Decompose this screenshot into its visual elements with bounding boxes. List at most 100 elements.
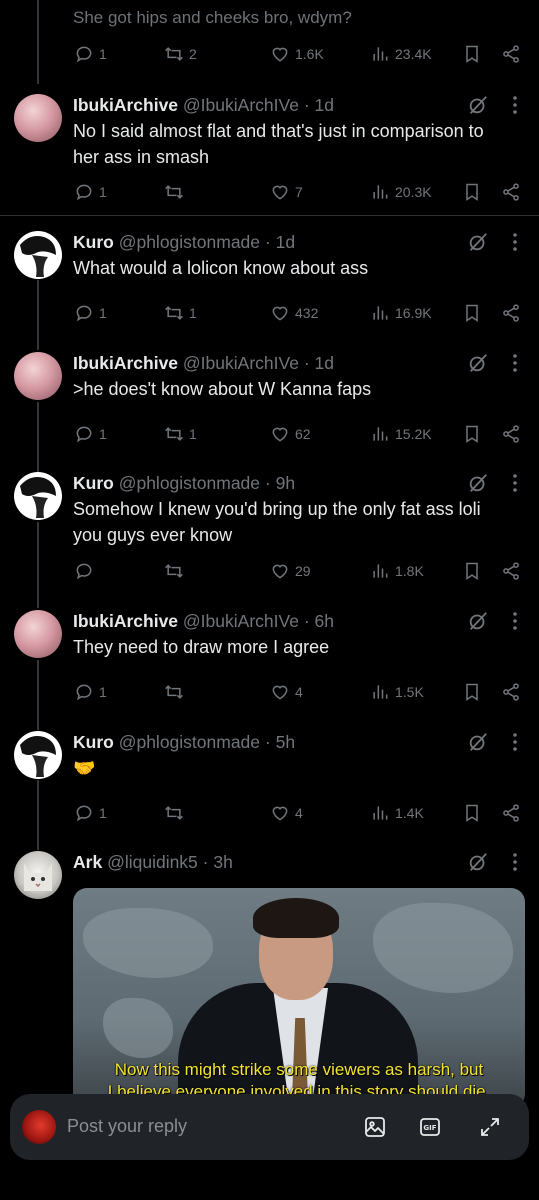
- share-button[interactable]: [501, 180, 521, 204]
- tweet-actions: 1 1 62 15.2K: [0, 422, 539, 446]
- timestamp[interactable]: 1d: [315, 95, 334, 115]
- views-button[interactable]: 1.5K: [370, 680, 424, 704]
- bookmark-button[interactable]: [462, 559, 482, 583]
- bookmark-button[interactable]: [462, 801, 482, 825]
- like-button[interactable]: 7: [270, 180, 303, 204]
- views-button[interactable]: 16.9K: [370, 301, 432, 325]
- like-button[interactable]: 29: [270, 559, 311, 583]
- reply-input[interactable]: Post your reply: [67, 1116, 187, 1137]
- grok-icon[interactable]: [467, 610, 489, 632]
- like-button[interactable]: 4: [270, 801, 303, 825]
- grok-icon[interactable]: [467, 731, 489, 753]
- share-button[interactable]: [501, 42, 521, 66]
- bookmark-button[interactable]: [462, 680, 482, 704]
- more-icon[interactable]: [511, 610, 519, 632]
- bookmark-button[interactable]: [462, 42, 482, 66]
- handle[interactable]: @IbukiArchIVe: [183, 95, 299, 115]
- grok-icon[interactable]: [467, 352, 489, 374]
- views-button[interactable]: 23.4K: [370, 42, 432, 66]
- handle[interactable]: @phlogistonmade: [119, 232, 260, 252]
- more-icon[interactable]: [511, 472, 519, 494]
- share-button[interactable]: [501, 559, 521, 583]
- bookmark-button[interactable]: [462, 180, 482, 204]
- avatar[interactable]: [14, 231, 62, 279]
- avatar[interactable]: [14, 94, 62, 142]
- share-button[interactable]: [501, 801, 521, 825]
- display-name[interactable]: IbukiArchive: [73, 611, 178, 631]
- expand-icon[interactable]: [478, 1115, 502, 1139]
- tweet-media-image[interactable]: Now this might strike some viewers as ha…: [73, 888, 525, 1108]
- like-icon: [272, 806, 288, 821]
- more-icon[interactable]: [511, 851, 519, 873]
- views-button[interactable]: 20.3K: [370, 180, 432, 204]
- reply-button[interactable]: [74, 559, 99, 583]
- views-button[interactable]: 1.8K: [370, 559, 424, 583]
- tweet-actions: 1 4 1.4K: [0, 801, 539, 825]
- repost-button[interactable]: 1: [164, 422, 197, 446]
- reply-button[interactable]: 1: [74, 180, 107, 204]
- tweet-text: >he does't know about W Kanna faps: [73, 379, 372, 399]
- timestamp[interactable]: 5h: [276, 732, 295, 752]
- avatar[interactable]: [14, 472, 62, 520]
- grok-icon[interactable]: [467, 851, 489, 873]
- tweet-header: IbukiArchive @IbukiArchIVe · 6h: [73, 611, 334, 631]
- like-button[interactable]: 62: [270, 422, 311, 446]
- grok-icon[interactable]: [467, 472, 489, 494]
- repost-button[interactable]: [164, 801, 189, 825]
- like-button[interactable]: 1.6K: [270, 42, 324, 66]
- avatar[interactable]: [14, 851, 62, 899]
- display-name[interactable]: IbukiArchive: [73, 95, 178, 115]
- display-name[interactable]: Kuro: [73, 732, 114, 752]
- more-icon[interactable]: [511, 352, 519, 374]
- display-name[interactable]: Kuro: [73, 473, 114, 493]
- handle[interactable]: @phlogistonmade: [119, 732, 260, 752]
- bookmark-button[interactable]: [462, 422, 482, 446]
- gif-icon[interactable]: GIF: [418, 1115, 442, 1139]
- share-button[interactable]: [501, 301, 521, 325]
- more-icon[interactable]: [511, 94, 519, 116]
- reply-composer[interactable]: Post your reply GIF: [10, 1094, 529, 1160]
- reply-button[interactable]: 1: [74, 680, 107, 704]
- image-icon[interactable]: [363, 1115, 387, 1139]
- more-icon[interactable]: [511, 231, 519, 253]
- handle[interactable]: @IbukiArchIVe: [183, 611, 299, 631]
- reply-button[interactable]: 1: [74, 801, 107, 825]
- repost-button[interactable]: [164, 559, 189, 583]
- bookmark-icon: [466, 804, 478, 822]
- avatar[interactable]: [14, 731, 62, 779]
- reply-icon: [76, 426, 92, 443]
- reply-button[interactable]: 1: [74, 422, 107, 446]
- views-button[interactable]: 15.2K: [370, 422, 432, 446]
- like-button[interactable]: 432: [270, 301, 318, 325]
- views-button[interactable]: 1.4K: [370, 801, 424, 825]
- timestamp[interactable]: 6h: [315, 611, 334, 631]
- timestamp[interactable]: 1d: [315, 353, 334, 373]
- reply-icon: [76, 46, 92, 63]
- display-name[interactable]: Kuro: [73, 232, 114, 252]
- bookmark-button[interactable]: [462, 301, 482, 325]
- more-icon[interactable]: [511, 731, 519, 753]
- repost-button[interactable]: [164, 180, 189, 204]
- share-button[interactable]: [501, 422, 521, 446]
- repost-button[interactable]: 2: [164, 42, 197, 66]
- avatar[interactable]: [14, 610, 62, 658]
- share-button[interactable]: [501, 680, 521, 704]
- display-name[interactable]: Ark: [73, 852, 102, 872]
- reply-button[interactable]: 1: [74, 301, 107, 325]
- avatar[interactable]: [14, 352, 62, 400]
- timestamp[interactable]: 9h: [276, 473, 295, 493]
- repost-button[interactable]: 1: [164, 301, 197, 325]
- partial-tweet[interactable]: She got hips and cheeks bro, wdym? 1 2 1…: [0, 0, 539, 86]
- repost-icon: [165, 806, 183, 820]
- handle[interactable]: @phlogistonmade: [119, 473, 260, 493]
- reply-button[interactable]: 1: [74, 42, 107, 66]
- timestamp[interactable]: 1d: [276, 232, 295, 252]
- handle[interactable]: @IbukiArchIVe: [183, 353, 299, 373]
- repost-button[interactable]: [164, 680, 189, 704]
- like-button[interactable]: 4: [270, 680, 303, 704]
- grok-icon[interactable]: [467, 94, 489, 116]
- handle[interactable]: @liquidink5: [107, 852, 198, 872]
- grok-icon[interactable]: [467, 231, 489, 253]
- display-name[interactable]: IbukiArchive: [73, 353, 178, 373]
- timestamp[interactable]: 3h: [213, 852, 232, 872]
